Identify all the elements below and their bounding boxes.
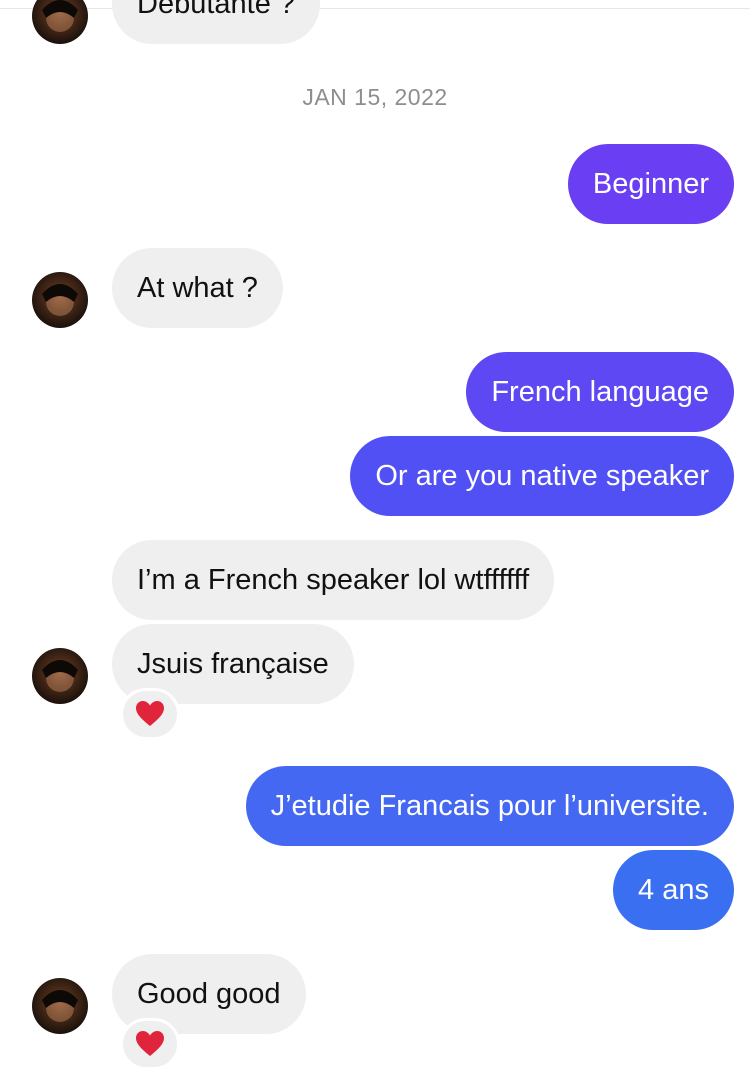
avatar[interactable] [32, 0, 88, 44]
message-bubble[interactable]: I’m a French speaker lol wtffffff [112, 540, 555, 620]
avatar[interactable] [32, 648, 88, 704]
message-bubble[interactable]: J’etudie Francais pour l’universite. [245, 766, 734, 846]
avatar[interactable] [32, 272, 88, 328]
message-bubble[interactable]: Débutante ? [112, 0, 321, 44]
message-bubble[interactable]: 4 ans [613, 850, 734, 930]
avatar[interactable] [32, 978, 88, 1034]
heart-emoji-icon [136, 1031, 164, 1056]
message-bubble[interactable]: French language [466, 352, 734, 432]
message-bubble[interactable]: Beginner [567, 144, 734, 224]
reaction-badge[interactable] [120, 1018, 180, 1070]
message-bubble[interactable]: Or are you native speaker [350, 436, 734, 516]
date-separator: JAN 15, 2022 [302, 84, 448, 110]
message-thread: Débutante ? JAN 15, 2022 Beginner At wha… [0, 0, 750, 1088]
message-bubble[interactable]: At what ? [112, 248, 283, 328]
heart-emoji-icon [136, 701, 164, 726]
reaction-badge[interactable] [120, 688, 180, 740]
